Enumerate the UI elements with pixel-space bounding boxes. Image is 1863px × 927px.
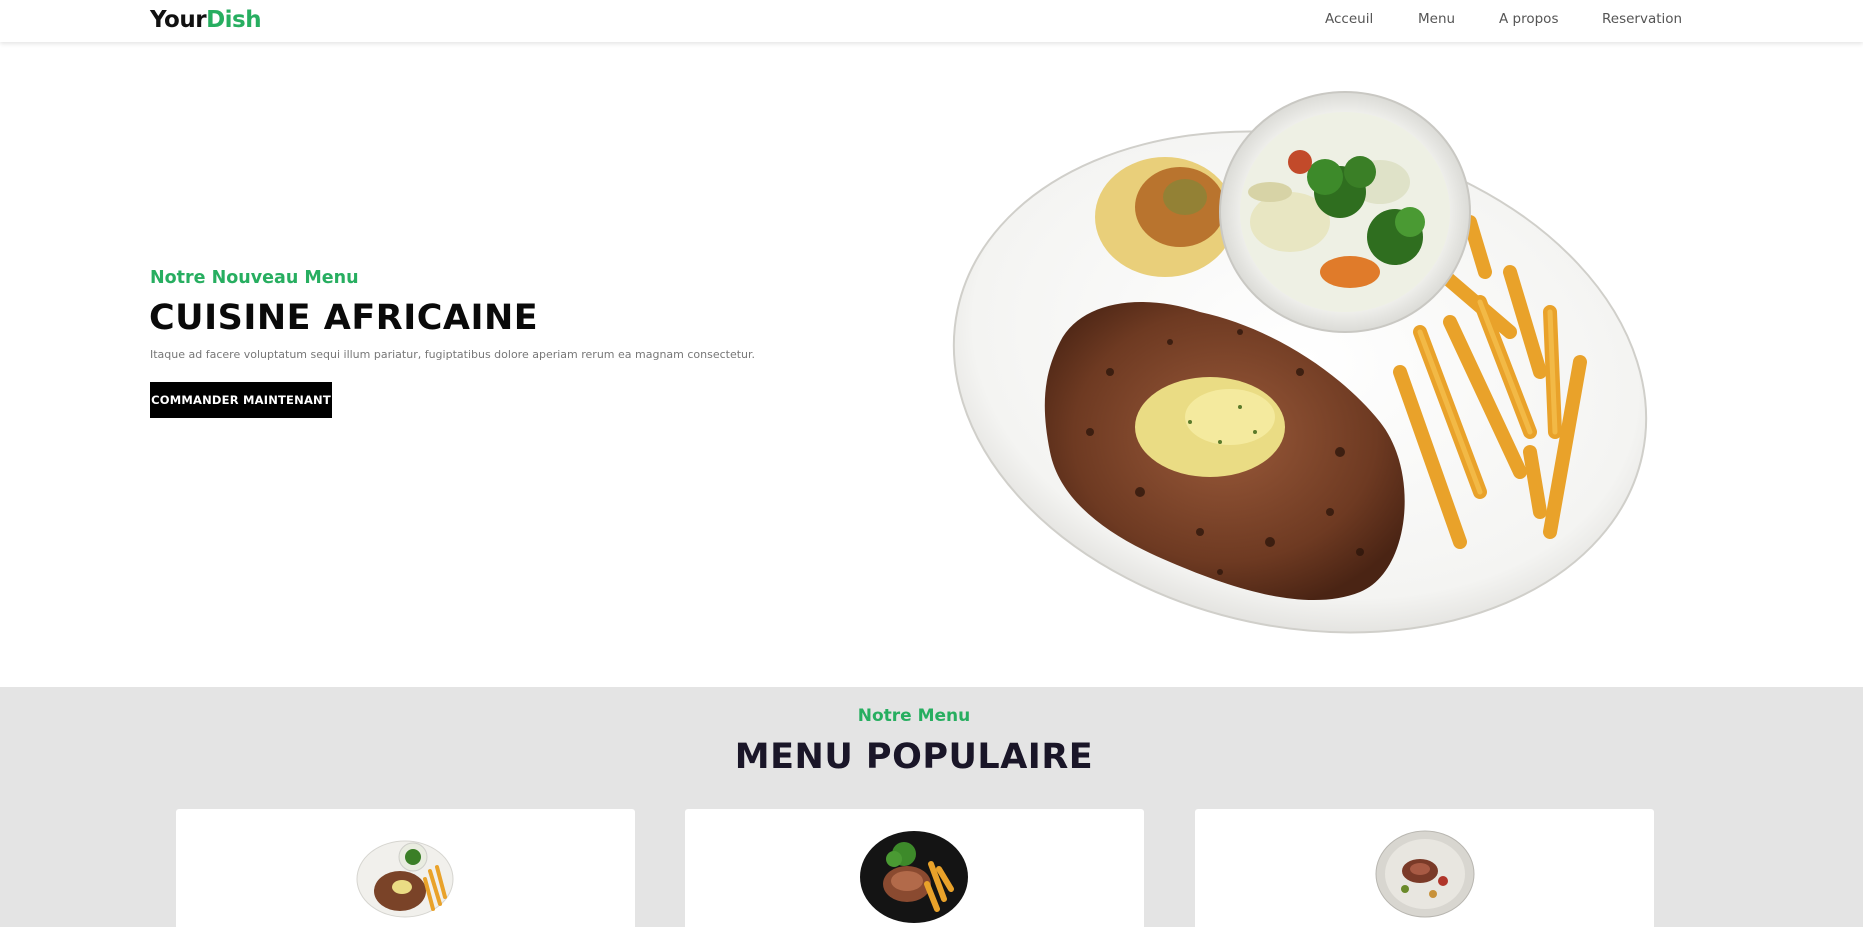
hero-steak-plate-image (952, 91, 1648, 634)
dish-image (356, 840, 454, 918)
order-now-button[interactable]: COMMANDER MAINTENANT (150, 382, 332, 418)
nav-link-reservation[interactable]: Reservation (1602, 11, 1682, 27)
nav-link-a-propos[interactable]: A propos (1499, 11, 1558, 27)
navbar: YourDish Acceuil Menu A propos Reservati… (0, 0, 1863, 42)
menu-card[interactable] (176, 809, 635, 927)
menu-card[interactable] (685, 809, 1144, 927)
menu-subtitle: Notre Menu (857, 706, 971, 726)
nav-link-menu[interactable]: Menu (1418, 11, 1455, 27)
hero-description: Itaque ad facere voluptatum sequi illum … (150, 348, 756, 361)
nav-link-acceuil[interactable]: Acceuil (1325, 11, 1373, 27)
menu-section: Notre Menu MENU POPULAIRE (0, 687, 1863, 927)
hero-title: CUISINE AFRICAINE (149, 298, 539, 338)
menu-card[interactable] (1195, 809, 1654, 927)
dish-image (860, 831, 968, 923)
menu-title: MENU POPULAIRE (734, 737, 1094, 777)
dish-image (1375, 830, 1475, 918)
nav-links: Acceuil Menu A propos Reservation (0, 11, 1863, 31)
hero-section: Notre Nouveau Menu CUISINE AFRICAINE Ita… (0, 42, 1863, 687)
hero-subtitle: Notre Nouveau Menu (150, 268, 359, 288)
